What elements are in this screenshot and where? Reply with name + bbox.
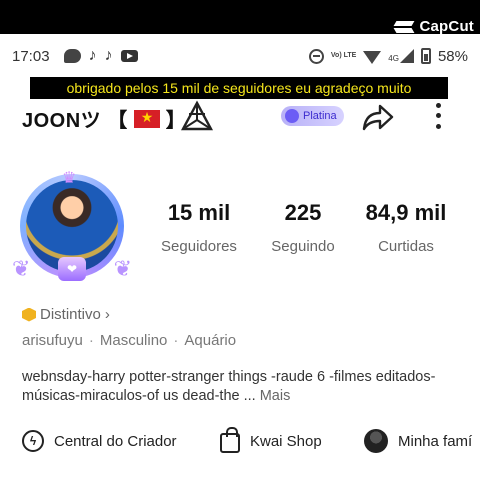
stat-followers[interactable]: 15 mil Seguidores <box>156 200 242 255</box>
kwai-shop-link[interactable]: Kwai Shop <box>220 427 322 453</box>
battery-percent: 58% <box>437 47 468 65</box>
capcut-logo-icon <box>393 20 415 34</box>
chevron-right-icon: › <box>104 306 110 323</box>
volte-label: Vo) LTE <box>330 52 357 59</box>
bolt-icon: ϟ <box>22 430 44 452</box>
profile-info: arisufuyu · Masculino · Aquário <box>22 332 236 349</box>
capcut-watermark: CapCut <box>393 18 474 35</box>
platina-badge[interactable]: Platina <box>281 106 344 126</box>
family-link[interactable]: Minha famí <box>364 429 472 453</box>
crown-icon: ♛ <box>62 170 77 187</box>
level-badge-icon: ❤ <box>58 257 86 281</box>
chat-icon <box>63 49 81 63</box>
profile-handle: arisufuyu <box>22 332 83 349</box>
tiktok-icon: ♪ <box>88 47 97 64</box>
creator-center-link[interactable]: ϟ Central do Criador <box>22 430 177 452</box>
video-caption: obrigado pelos 15 mil de seguidores eu a… <box>30 77 448 99</box>
profile-sign: Aquário <box>184 332 237 349</box>
cube-badge-icon <box>180 100 214 131</box>
wifi-icon <box>363 50 382 64</box>
separator-dot: · <box>173 332 179 349</box>
vietnam-flag-icon <box>133 109 160 128</box>
stat-label: Seguindo <box>271 238 335 255</box>
video-top-bar: CapCut <box>0 0 480 35</box>
bag-icon <box>220 427 240 453</box>
stat-label: Curtidas <box>378 238 434 255</box>
profile-gender: Masculino <box>99 332 168 349</box>
status-bar: 17:03 ♪ ♪ Vo) LTE 4G 58% <box>0 34 480 78</box>
bio-more-link[interactable]: Mais <box>260 388 291 404</box>
family-avatar <box>364 429 388 453</box>
profile-header: JOONツ 【】 Platina <box>0 98 480 136</box>
distintivo-link[interactable]: Distintivo › <box>22 306 110 323</box>
profile-username: JOONツ 【】 <box>22 104 186 133</box>
stat-likes[interactable]: 84,9 mil Curtidas <box>356 200 456 255</box>
signal-icon: 4G <box>388 49 414 63</box>
avatar[interactable]: ♛ ❦ ❤ ❦ <box>12 170 132 290</box>
share-icon[interactable] <box>362 102 394 132</box>
wing-left-icon: ❦ <box>12 256 31 281</box>
stat-value: 15 mil <box>167 200 231 225</box>
avatar-wings: ❦ ❤ ❦ <box>12 254 132 284</box>
wing-right-icon: ❦ <box>113 256 132 281</box>
stat-label: Seguidores <box>161 238 237 255</box>
do-not-disturb-icon <box>308 48 324 64</box>
badge-hex-icon <box>22 307 36 322</box>
youtube-icon <box>120 50 138 62</box>
battery-icon <box>420 48 431 64</box>
more-options-icon[interactable] <box>432 100 444 132</box>
platina-gem-icon <box>285 109 299 123</box>
notification-icons: ♪ ♪ <box>63 47 138 65</box>
stat-value: 84,9 mil <box>365 200 447 225</box>
separator-dot: · <box>88 332 94 349</box>
stat-following[interactable]: 225 Seguindo <box>266 200 340 255</box>
stat-value: 225 <box>284 200 322 225</box>
profile-bio: webnsday-harry potter-stranger things -r… <box>22 369 436 404</box>
tiktok-icon: ♪ <box>104 47 113 64</box>
status-time: 17:03 <box>12 47 50 65</box>
bottom-links: ϟ Central do Criador Kwai Shop Minha fam… <box>0 426 480 456</box>
system-icons: Vo) LTE 4G 58% <box>308 47 468 65</box>
